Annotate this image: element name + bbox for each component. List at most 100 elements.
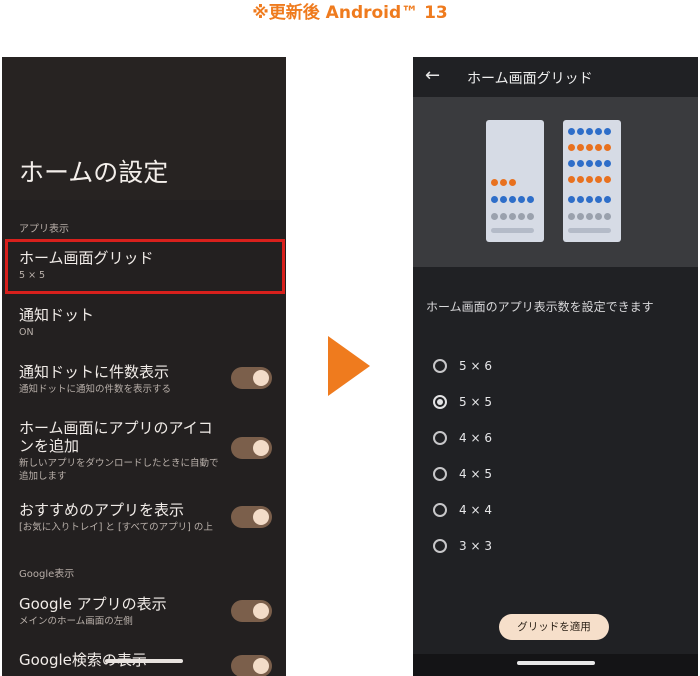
preview-dot [586, 160, 593, 167]
apply-grid-button[interactable]: グリッドを適用 [499, 614, 609, 640]
toggle-knob [253, 509, 269, 525]
setting-suggested-apps[interactable]: おすすめのアプリを表示 [お気に入りトレイ] と [すべてのアプリ] の上 [19, 501, 224, 534]
suggested-apps-toggle[interactable] [231, 506, 272, 528]
preview-search-bar [491, 228, 534, 233]
preview-dot [527, 213, 534, 220]
setting-notification-dot[interactable]: 通知ドット ON [19, 306, 279, 339]
setting-title: 通知ドット [19, 306, 95, 324]
preview-dot [604, 128, 611, 135]
section-label-app-display: アプリ表示 [19, 224, 69, 235]
option-label: 4 × 6 [459, 431, 492, 445]
preview-search-bar [568, 228, 611, 233]
preview-dot [595, 160, 602, 167]
arrow-right-icon [328, 336, 370, 396]
preview-dot [568, 128, 575, 135]
preview-dot [509, 213, 516, 220]
preview-dot [604, 144, 611, 151]
setting-title: ホーム画面グリッド [19, 249, 154, 267]
grid-option-4x5[interactable]: 4 × 5 [433, 464, 492, 484]
back-arrow-icon[interactable]: ← [425, 66, 440, 86]
preview-dot [577, 160, 584, 167]
radio-button[interactable] [433, 503, 447, 517]
gesture-bar[interactable] [105, 659, 183, 663]
preview-dot [586, 196, 593, 203]
option-label: 4 × 5 [459, 467, 492, 481]
radio-button[interactable] [433, 359, 447, 373]
toggle-knob [253, 370, 269, 386]
preview-dot [595, 213, 602, 220]
preview-dot [577, 176, 584, 183]
setting-title: おすすめのアプリを表示 [19, 501, 185, 519]
preview-dot [509, 196, 516, 203]
preview-dot [595, 144, 602, 151]
page-heading: ※更新後 Android™ 13 [252, 3, 448, 23]
preview-dot [491, 196, 498, 203]
preview-dot [509, 179, 516, 186]
screen-title: ホームの設定 [19, 158, 169, 187]
setting-add-icon[interactable]: ホーム画面にアプリのアイコンを追加 新しいアプリをダウンロードしたときに自動で追… [19, 419, 224, 483]
preview-dot [577, 128, 584, 135]
preview-dot [586, 213, 593, 220]
add-icon-toggle[interactable] [231, 437, 272, 459]
preview-dot [577, 213, 584, 220]
setting-dot-count[interactable]: 通知ドットに件数表示 通知ドットに通知の件数を表示する [19, 363, 219, 396]
preview-dot [500, 213, 507, 220]
setting-description: メインのホーム画面の左側 [19, 616, 133, 627]
navigation-bar [413, 654, 698, 676]
radio-button[interactable] [433, 431, 447, 445]
preview-dot [577, 144, 584, 151]
preview-dot [500, 179, 507, 186]
setting-description: 通知ドットに通知の件数を表示する [19, 384, 172, 395]
preview-dot [568, 176, 575, 183]
preview-dot [518, 213, 525, 220]
grid-preview-mock-5x6 [486, 120, 544, 242]
setting-title: 通知ドットに件数表示 [19, 363, 170, 381]
preview-dot [500, 196, 507, 203]
grid-preview [413, 97, 698, 267]
preview-dot [595, 128, 602, 135]
google-search-toggle[interactable] [231, 655, 272, 676]
preview-dot [568, 160, 575, 167]
dot-count-toggle[interactable] [231, 367, 272, 389]
grid-option-5x6[interactable]: 5 × 6 [433, 356, 492, 376]
preview-dot [595, 196, 602, 203]
option-label: 3 × 3 [459, 539, 492, 553]
home-settings-screen: ホームの設定 アプリ表示 ホーム画面グリッド 5 × 5 通知ドット ON 通知… [2, 57, 286, 676]
preview-dot [568, 196, 575, 203]
setting-home-grid[interactable]: ホーム画面グリッド 5 × 5 [19, 249, 279, 282]
preview-dot [527, 196, 534, 203]
option-label: 5 × 6 [459, 359, 492, 373]
radio-button[interactable] [433, 539, 447, 553]
google-app-toggle[interactable] [231, 600, 272, 622]
grid-option-3x3[interactable]: 3 × 3 [433, 536, 492, 556]
app-bar: ← ホーム画面グリッド [413, 57, 698, 97]
setting-title: ホーム画面にアプリのアイコンを追加 [19, 419, 213, 455]
toggle-knob [253, 658, 269, 674]
preview-dot [604, 196, 611, 203]
toggle-knob [253, 440, 269, 456]
option-label: 4 × 4 [459, 503, 492, 517]
preview-dot [568, 144, 575, 151]
setting-description: [お気に入りトレイ] と [すべてのアプリ] の上 [19, 522, 213, 533]
setting-value: 5 × 5 [19, 270, 46, 281]
toggle-knob [253, 603, 269, 619]
preview-dot [595, 176, 602, 183]
grid-option-4x6[interactable]: 4 × 6 [433, 428, 492, 448]
preview-dot [604, 176, 611, 183]
grid-description: ホーム画面のアプリ表示数を設定できます [426, 300, 654, 314]
preview-dot [577, 196, 584, 203]
radio-button-selected[interactable] [433, 395, 447, 409]
gesture-bar[interactable] [517, 661, 595, 665]
preview-dot [586, 176, 593, 183]
preview-dot [491, 213, 498, 220]
grid-option-5x5[interactable]: 5 × 5 [433, 392, 492, 412]
grid-option-4x4[interactable]: 4 × 4 [433, 500, 492, 520]
radio-button[interactable] [433, 467, 447, 481]
setting-google-app[interactable]: Google アプリの表示 メインのホーム画面の左側 [19, 595, 224, 628]
preview-dot [491, 179, 498, 186]
setting-title: Google アプリの表示 [19, 595, 167, 613]
preview-dot [604, 160, 611, 167]
preview-dot [604, 213, 611, 220]
preview-dot [586, 128, 593, 135]
setting-value: ON [19, 327, 34, 338]
